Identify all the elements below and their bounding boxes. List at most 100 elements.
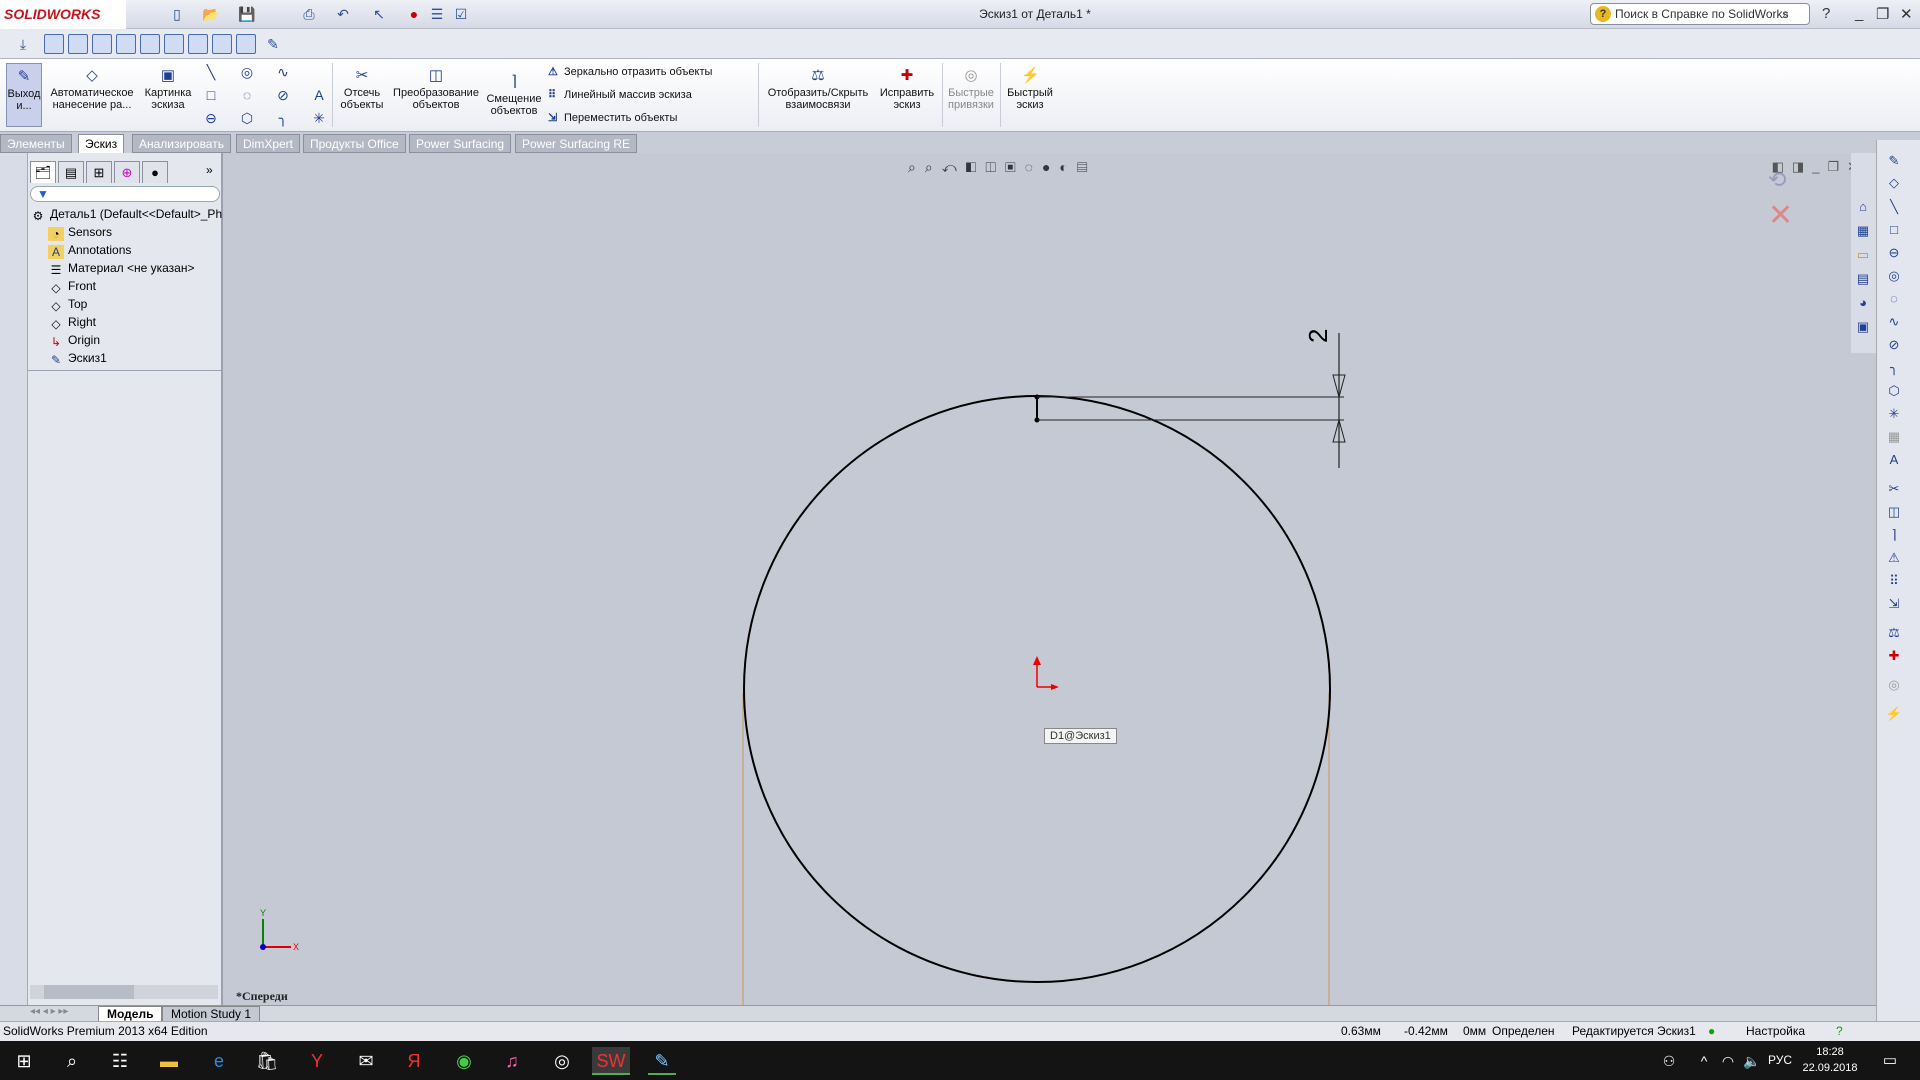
mirror-button[interactable]: ⚠ Зеркально отразить объекты — [548, 65, 712, 79]
mirror-icon[interactable]: ⚠ — [1885, 549, 1903, 567]
repair-icon[interactable]: ✚ — [1885, 647, 1903, 665]
volume-icon[interactable]: 🔈 — [1738, 1047, 1766, 1075]
tree-item-annotations[interactable]: A Annotations — [48, 241, 131, 259]
yandex-browser-icon[interactable]: Y — [303, 1047, 331, 1075]
print-icon[interactable]: ⎙ — [300, 5, 318, 23]
tab-motion-study[interactable]: Motion Study 1 — [162, 1006, 261, 1022]
slot-icon[interactable]: ⊖ — [1885, 244, 1903, 262]
undo-icon[interactable]: ↶ — [334, 5, 352, 23]
help-menu-icon[interactable]: ? — [1822, 5, 1830, 22]
exit-sketch-button[interactable]: ✎ Выход и... — [6, 63, 42, 127]
tab-scroll-arrows[interactable]: ◂◂ ◂ ▸ ▸▸ — [30, 1006, 68, 1017]
open-file-icon[interactable]: 📂 — [202, 5, 220, 23]
property-manager-tab[interactable]: ▤ — [58, 161, 84, 183]
select-icon[interactable]: ↖ — [370, 5, 388, 23]
view-selector-icon[interactable]: ✎ — [264, 35, 282, 53]
tree-item-origin[interactable]: ↳ Origin — [48, 331, 100, 349]
tree-item-front-plane[interactable]: ◇ Front — [48, 277, 96, 295]
view-bottom-icon[interactable] — [164, 34, 184, 54]
dimension-value[interactable]: 2 — [1303, 329, 1333, 343]
ellipse-icon[interactable]: ⊘ — [1885, 336, 1903, 354]
sketch-picture-button[interactable]: ▣ Картинка эскиза — [140, 63, 196, 111]
view-trimetric-icon[interactable] — [212, 34, 232, 54]
restore-icon[interactable]: ❐ — [1876, 5, 1889, 23]
tab-model[interactable]: Модель — [98, 1006, 163, 1022]
file-properties-icon[interactable]: ☰ — [428, 5, 446, 23]
dimension-d1[interactable]: 2 — [1037, 329, 1346, 468]
point-icon[interactable]: ✳ — [1885, 405, 1903, 423]
tree-horizontal-scrollbar[interactable] — [30, 985, 218, 999]
normal-to-icon[interactable]: ⤓ — [14, 35, 32, 53]
tree-root[interactable]: ⚙ Деталь1 (Default<<Default>_Ph — [30, 205, 223, 223]
move-entities-button[interactable]: ⇲ Переместить объекты — [548, 111, 677, 125]
tab-evaluate[interactable]: Анализировать — [132, 134, 231, 153]
linear-pattern-icon[interactable]: ⠿ — [1885, 572, 1903, 590]
arc-icon[interactable]: ◌ — [1885, 290, 1903, 308]
line-icon[interactable]: ╲ — [202, 63, 220, 81]
start-icon[interactable]: ⊞ — [10, 1047, 38, 1075]
close-icon[interactable]: ✕ — [1900, 5, 1913, 23]
offset-entities-button[interactable]: ⌉ Смещение объектов — [484, 69, 544, 117]
edge-icon[interactable]: e — [205, 1047, 233, 1075]
view-left-icon[interactable] — [92, 34, 112, 54]
tree-item-sensors[interactable]: ◔ Sensors — [48, 223, 112, 241]
paint-icon[interactable]: ✎ — [648, 1047, 676, 1075]
spline-icon[interactable]: ∿ — [1885, 313, 1903, 331]
convert-entities-button[interactable]: ◫ Преобразование объектов — [392, 63, 480, 111]
rapid-sketch-icon[interactable]: ⚡ — [1885, 705, 1903, 723]
rapid-sketch-button[interactable]: ⚡ Быстрый эскиз — [1002, 63, 1058, 111]
section-view-icon[interactable]: ◧ — [966, 159, 986, 175]
offset-icon[interactable]: ⌉ — [1885, 526, 1903, 544]
tab-power-surfacing-re[interactable]: Power Surfacing RE — [515, 134, 638, 153]
file-explorer-icon[interactable]: ▬ — [155, 1047, 183, 1075]
minimize-icon[interactable]: _ — [1855, 5, 1863, 22]
slot-icon[interactable]: ⊖ — [202, 109, 220, 127]
store-icon[interactable]: 🛍 — [253, 1047, 281, 1075]
solidworks-logo[interactable]: SOLIDWORKS — [0, 0, 126, 29]
clock[interactable]: 18:28 22.09.2018 — [1800, 1044, 1860, 1076]
text-icon[interactable]: A — [310, 86, 328, 104]
auto-dimension-button[interactable]: ◇ Автоматическое нанесение ра... — [48, 63, 136, 111]
feature-manager-tab[interactable]: 🗂 — [30, 161, 56, 183]
circle-icon[interactable]: ◎ — [238, 63, 256, 81]
line-icon[interactable]: ╲ — [1885, 198, 1903, 216]
quick-snaps-button[interactable]: ◎ Быстрые привязки — [944, 63, 998, 111]
appearances-icon[interactable]: ◕ — [1854, 294, 1872, 312]
previous-view-icon[interactable]: ↶ — [942, 159, 966, 175]
notifications-icon[interactable]: ▭ — [1876, 1047, 1904, 1075]
tile-right-icon[interactable]: ◨ — [1792, 159, 1812, 174]
task-view-icon[interactable]: ☷ — [106, 1047, 134, 1075]
view-front-icon[interactable] — [44, 34, 64, 54]
smart-dimension-icon[interactable]: ◇ — [1885, 174, 1903, 192]
polygon-icon[interactable]: ⬡ — [238, 109, 256, 127]
heads-up-view-toolbar[interactable]: ⌕⌕↶◧◫▣◌●◐▤ — [908, 159, 1097, 176]
text-icon[interactable]: A — [1885, 451, 1903, 469]
doc-restore-icon[interactable]: ❐ — [1827, 159, 1847, 174]
design-library-icon[interactable]: ▦ — [1854, 222, 1872, 240]
scene-icon[interactable]: ◐ — [1059, 159, 1076, 175]
chrome-icon[interactable]: ◉ — [450, 1047, 478, 1075]
help-search-input[interactable]: ? Поиск в Справке по SolidWorks ⌕ — [1590, 3, 1810, 25]
new-file-icon[interactable]: ▯ — [168, 5, 186, 23]
tree-item-material[interactable]: ☰ Материал <не указан> — [48, 259, 195, 277]
zoom-to-fit-icon[interactable]: ⌕ — [908, 159, 925, 175]
convert-icon[interactable]: ◫ — [1885, 503, 1903, 521]
graphics-area[interactable]: 2 Y X D1@Эскиз1 *Спереди ⌕⌕↶◧◫▣◌●◐▤ ◧ ◨_❐… — [223, 153, 1876, 1005]
language-indicator[interactable]: РУС — [1768, 1053, 1792, 1067]
tree-item-sketch1[interactable]: ✎ Эскиз1 — [48, 349, 107, 367]
search-icon[interactable]: ⌕ — [1782, 4, 1789, 24]
repair-sketch-button[interactable]: ✚ Исправить эскиз — [876, 63, 938, 111]
arc-icon[interactable]: ◌ — [238, 86, 256, 104]
tab-features[interactable]: Элементы — [0, 134, 72, 153]
save-icon[interactable]: 💾 — [238, 5, 256, 23]
display-manager-tab[interactable]: ● — [142, 161, 168, 183]
grid-icon[interactable]: ▦ — [1885, 428, 1903, 446]
home-icon[interactable]: ⌂ — [1854, 198, 1872, 216]
tab-sketch[interactable]: Эскиз — [78, 134, 125, 153]
point-icon[interactable]: ✳ — [310, 109, 328, 127]
itunes-icon[interactable]: ♫ — [498, 1047, 526, 1075]
rectangle-icon[interactable]: □ — [1885, 221, 1903, 239]
fillet-icon[interactable]: ╮ — [274, 109, 292, 127]
tree-item-right-plane[interactable]: ◇ Right — [48, 313, 96, 331]
view-palette-icon[interactable]: ▤ — [1854, 270, 1872, 288]
